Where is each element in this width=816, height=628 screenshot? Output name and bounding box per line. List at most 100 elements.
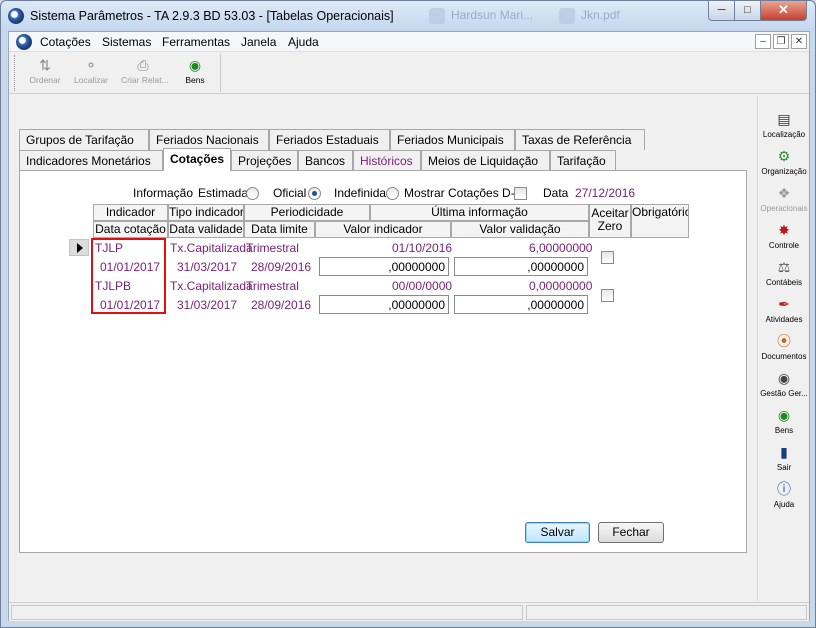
toolbar: ⇅ Ordenar ⚬ Localizar ⎙ Criar Relat... ◉… [9,52,809,94]
col-periodicidade[interactable]: Periodicidade [244,204,370,221]
row1-data-limite[interactable]: 28/09/2016 [251,260,311,274]
shortcut-localizacao[interactable]: ▤ Localização [758,110,810,147]
row2-data-limite[interactable]: 28/09/2016 [251,298,311,312]
col-data-limite[interactable]: Data limite [244,221,315,238]
data-value: 27/12/2016 [575,186,636,200]
row2-periodicidade[interactable]: Trimestral [246,279,299,293]
menu-janela[interactable]: Janela [241,35,276,49]
tab-feriados-estaduais[interactable]: Feriados Estaduais [269,129,390,150]
mdi-close-button[interactable]: ✕ [791,34,807,49]
status-bar [9,602,809,621]
row2-data-cotacao[interactable]: 01/01/2017 [100,298,160,312]
tab-meios-liquidacao[interactable]: Meios de Liquidação [421,150,550,171]
tab-tarifacao[interactable]: Tarifação [550,150,616,171]
col-ultima-informacao[interactable]: Última informação [370,204,589,221]
col-data-validade[interactable]: Data validade [168,221,244,238]
shortcut-bens[interactable]: ◉ Bens [758,406,810,443]
background-window-label: Hardsun Mari... [451,8,534,22]
row1-ultima-data[interactable]: 01/10/2016 [392,241,452,255]
shortcut-contabeis[interactable]: ⚖ Contábeis [758,258,810,295]
fechar-button[interactable]: Fechar [598,522,664,543]
sort-button[interactable]: ⇅ Ordenar [23,54,67,92]
row2-valor-validacao-input[interactable]: ,00000000 [454,295,588,314]
menu-ajuda[interactable]: Ajuda [288,35,319,49]
shortcut-ajuda[interactable]: ⓘ Ajuda [758,480,810,517]
row1-tipo[interactable]: Tx.Capitalizada [170,241,253,255]
handshake-icon: ❖ [777,185,791,201]
col-tipo-indicador[interactable]: Tipo indicador [168,204,244,221]
background-window-label-2: Jkn.pdf [581,8,620,22]
tab-feriados-municipais[interactable]: Feriados Municipais [390,129,515,150]
salvar-button[interactable]: Salvar [525,522,590,543]
pin-icon: ✒ [778,296,790,312]
help-icon: ⓘ [777,481,791,497]
shortcut-operacionais[interactable]: ❖ Operacionais [758,184,810,221]
row2-ultima-valor[interactable]: 0,00000000 [529,279,592,293]
printer-icon: ⎙ [137,57,149,73]
col-data-cotacao[interactable]: Data cotação [93,221,168,238]
shortcut-organizacao[interactable]: ⚙ Organização [758,147,810,184]
document-menu-icon[interactable] [16,34,32,50]
tab-bancos[interactable]: Bancos [298,150,353,171]
row1-data-cotacao[interactable]: 01/01/2017 [100,260,160,274]
find-button[interactable]: ⚬ Localizar [69,54,113,92]
row2-ultima-data[interactable]: 00/00/0000 [392,279,452,293]
estimada-radio[interactable] [246,187,259,200]
tab-taxas-referencia[interactable]: Taxas de Referência [515,129,645,150]
row1-periodicidade[interactable]: Trimestral [246,241,299,255]
maximize-button[interactable]: □ [734,1,761,21]
row1-valor-validacao-input[interactable]: ,00000000 [454,257,588,276]
menu-ferramentas[interactable]: Ferramentas [162,35,230,49]
location-icon: ▤ [777,111,791,127]
menu-cotacoes[interactable]: Cotações [40,35,91,49]
menu-bar: Cotações Sistemas Ferramentas Janela Aju… [9,32,809,52]
tab-grupos-tarifacao[interactable]: Grupos de Tarifação [19,129,149,150]
shortcut-sair[interactable]: ▮ Sair [758,443,810,480]
title-bar[interactable]: Sistema Parâmetros - TA 2.9.3 BD 53.03 -… [1,1,815,31]
row1-indicador[interactable]: TJLP [95,241,123,255]
row1-aceitar-zero-checkbox[interactable] [601,251,614,264]
operational-tables-form: Grupos de Tarifação Feriados Nacionais F… [19,129,749,554]
row2-data-validade[interactable]: 31/03/2017 [177,298,237,312]
shortcut-documentos[interactable]: ⦿ Documentos [758,332,810,369]
row2-aceitar-zero-checkbox[interactable] [601,289,614,302]
col-aceitar-zero[interactable]: Aceitar Zero [589,204,631,238]
minimize-button[interactable]: ─ [708,1,735,21]
close-button[interactable]: ✕ [760,1,807,21]
row1-valor-indicador-input[interactable]: ,00000000 [319,257,449,276]
col-indicador[interactable]: Indicador [93,204,168,221]
tab-cotacoes[interactable]: Cotações [163,148,231,171]
row1-ultima-valor[interactable]: 6,00000000 [529,241,592,255]
binoculars-icon: ⚬ [85,57,97,73]
shortcut-controle[interactable]: ✸ Controle [758,221,810,258]
informacao-label: Informação [133,186,194,200]
indefinida-label: Indefinida [334,186,387,200]
money-bag-icon: ◉ [777,407,791,423]
row2-valor-indicador-input[interactable]: ,00000000 [319,295,449,314]
indefinida-radio[interactable] [386,187,399,200]
col-obrigatorio[interactable]: Obrigatório [631,204,689,238]
tab-feriados-nacionais[interactable]: Feriados Nacionais [149,129,269,150]
client-area: Cotações Sistemas Ferramentas Janela Aju… [8,31,810,621]
shortcut-gestao[interactable]: ◉ Gestão Ger... [758,369,810,406]
tab-projecoes[interactable]: Projeções [231,150,298,171]
col-valor-indicador[interactable]: Valor indicador [315,221,451,238]
data-label: Data [543,186,569,200]
mdi-minimize-button[interactable]: – [755,34,771,49]
background-app-icon [429,8,445,24]
create-report-button[interactable]: ⎙ Criar Relat... [121,54,169,92]
col-valor-validacao[interactable]: Valor validação [451,221,589,238]
tab-indicadores-monetarios[interactable]: Indicadores Monetários [19,150,163,171]
row2-tipo[interactable]: Tx.Capitalizada [170,279,253,293]
mostrar-cotacoes-checkbox[interactable] [514,187,527,200]
row1-data-validade[interactable]: 31/03/2017 [177,260,237,274]
tab-historicos[interactable]: Históricos [353,150,421,171]
shortcut-atividades[interactable]: ✒ Atividades [758,295,810,332]
assets-button[interactable]: ◉ Bens [173,54,217,92]
menu-sistemas[interactable]: Sistemas [102,35,151,49]
oficial-radio[interactable] [308,187,321,200]
sort-az-icon: ⇅ [39,57,51,73]
toolbar-separator [220,54,221,92]
mdi-restore-button[interactable]: ❐ [773,34,789,49]
row2-indicador[interactable]: TJLPB [95,279,131,293]
